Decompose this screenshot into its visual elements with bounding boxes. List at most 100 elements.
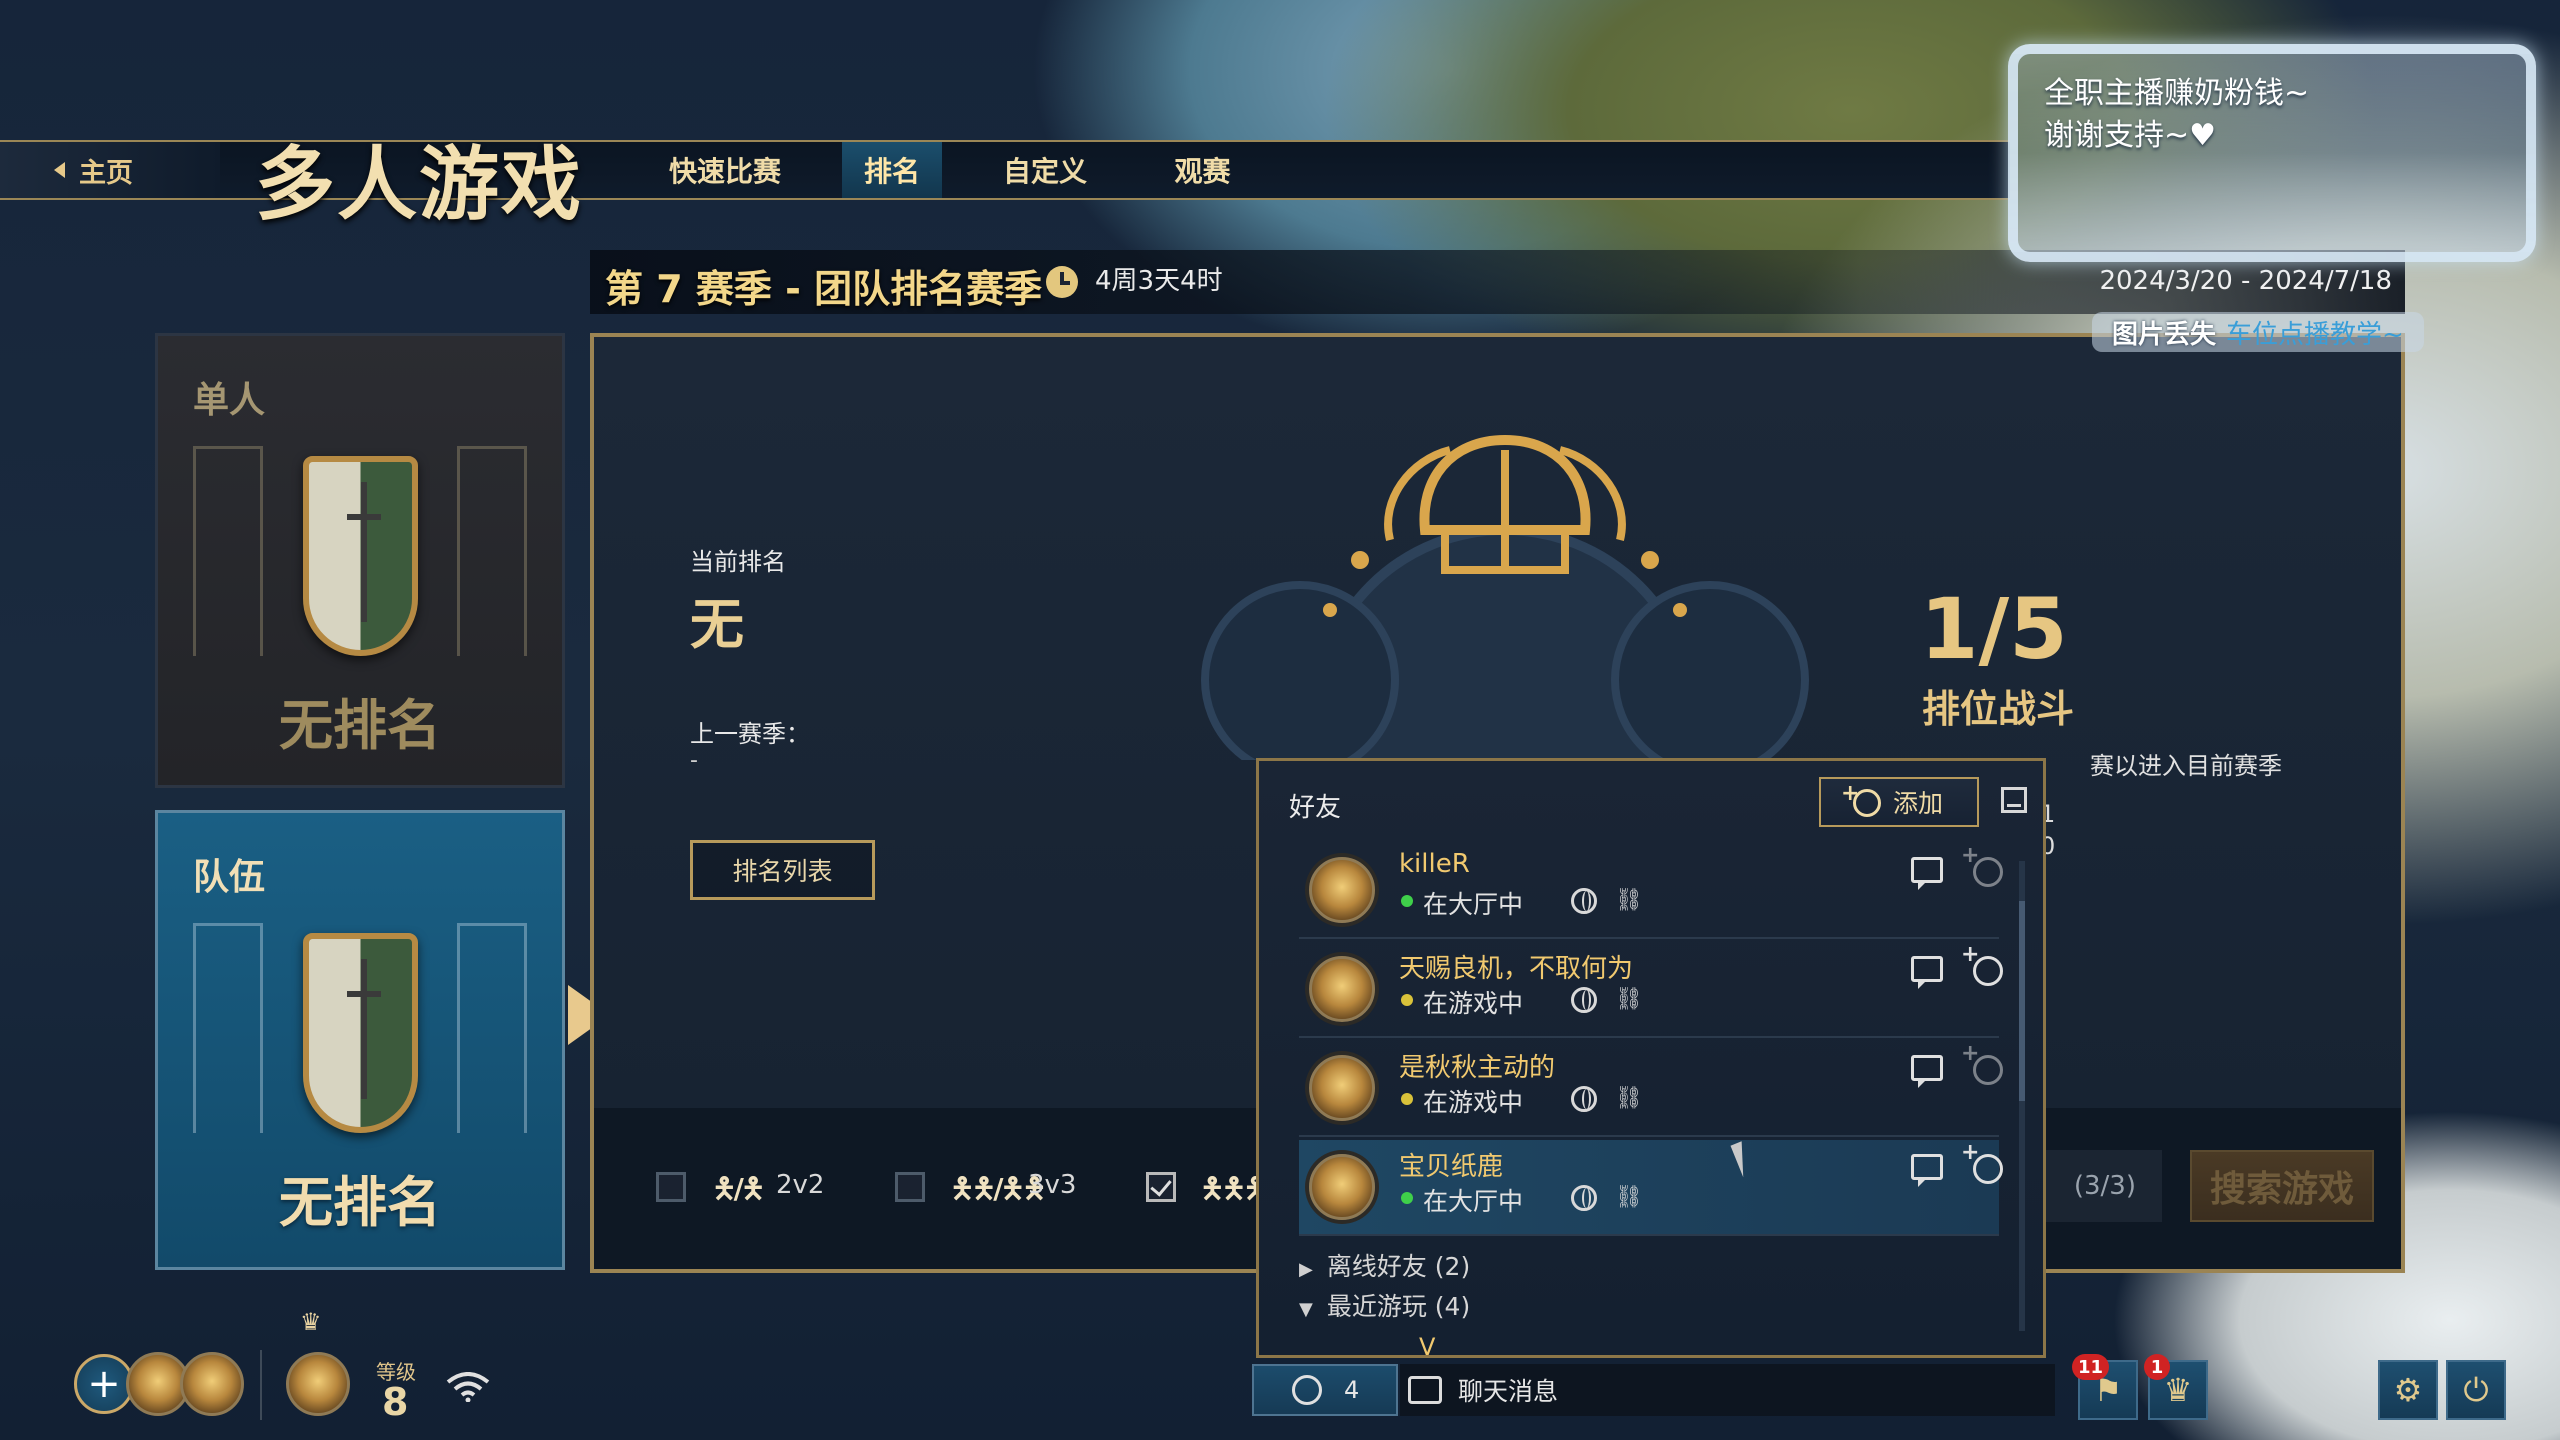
globe-icon	[1571, 1185, 1597, 1211]
rank-list-button[interactable]: 排名列表	[690, 840, 875, 900]
home-label: 主页	[79, 157, 133, 189]
banner-decoration	[457, 923, 527, 1133]
friends-title: 好友	[1289, 793, 1342, 823]
group-label: 离线好友 (2)	[1326, 1252, 1471, 1281]
checkbox-2v2[interactable]	[656, 1172, 686, 1202]
friend-row[interactable]: killeR 在大厅中 ⛓	[1299, 843, 2003, 939]
link-icon: ⛓	[1615, 888, 1643, 913]
invite-party-button[interactable]: +	[74, 1354, 134, 1414]
chevron-right-icon: ▶	[1299, 1259, 1313, 1280]
friend-row[interactable]: 宝贝纸鹿 在大厅中 ⛓	[1299, 1140, 2003, 1236]
overlay-text: 全职主播赚奶粉钱~	[2044, 76, 2310, 111]
checkbox-3v3[interactable]	[895, 1172, 925, 1202]
friends-icon	[1292, 1375, 1322, 1405]
banner-decoration	[193, 923, 263, 1133]
friend-row[interactable]: 天赐良机，不取何为 在游戏中 ⛓	[1299, 942, 2003, 1038]
chat-bar[interactable]: 聊天消息	[1400, 1364, 2055, 1416]
avatar	[1309, 1055, 1375, 1121]
invite-icon[interactable]	[1961, 942, 2003, 988]
wifi-icon	[446, 1372, 490, 1402]
team-size-label: 2v2	[776, 1170, 825, 1200]
link-icon: ⛓	[1615, 1185, 1643, 1210]
gear-icon: ⚙	[2393, 1371, 2423, 1409]
chat-icon[interactable]	[1911, 1055, 1943, 1088]
shield-icon	[303, 456, 418, 656]
divider	[260, 1350, 262, 1420]
player-avatar[interactable]	[286, 1352, 350, 1416]
friend-name: 是秋秋主动的	[1399, 1053, 1556, 1083]
mode-card-team[interactable]: 队伍 无排名	[155, 810, 565, 1270]
overlay-text: 谢谢支持~♥	[2044, 118, 2217, 153]
overlay-sub-b: 车位点播教学~	[2226, 319, 2404, 350]
chat-icon[interactable]	[1911, 1154, 1943, 1187]
tab-ranked[interactable]: 排名	[842, 142, 942, 198]
chat-icon[interactable]	[1911, 857, 1943, 890]
crown-icon: ♛	[300, 1308, 322, 1336]
page-title: 多人游戏	[255, 137, 583, 231]
friends-toggle-button[interactable]: 4	[1252, 1364, 1398, 1416]
friend-name: 天赐良机，不取何为	[1399, 954, 1634, 984]
placement-battles-label: 排位战斗	[1922, 687, 2075, 731]
clock-icon	[1046, 266, 1078, 298]
link-icon: ⛓	[1615, 987, 1643, 1012]
placement-battles-value: 1/5	[1920, 580, 2068, 678]
search-game-button[interactable]: 搜索游戏	[2190, 1150, 2374, 1222]
friend-row[interactable]: 是秋秋主动的 在游戏中 ⛓	[1299, 1041, 2003, 1137]
avatar	[1309, 956, 1375, 1022]
overlay-sub-a: 图片丢失	[2112, 319, 2217, 350]
card-label: 队伍	[193, 857, 266, 898]
card-rank: 无排名	[279, 694, 441, 757]
season-dates: 2024/3/20 - 2024/7/18	[2099, 266, 2392, 296]
invite-icon[interactable]	[1961, 1041, 2003, 1087]
notification-badge: 11	[2072, 1354, 2110, 1380]
chat-icon[interactable]	[1911, 956, 1943, 989]
friends-online-count: 4	[1344, 1376, 1360, 1404]
tab-custom[interactable]: 自定义	[985, 142, 1105, 198]
card-label: 单人	[193, 380, 266, 421]
status-dot-icon	[1401, 1093, 1413, 1105]
friend-status: 在游戏中	[1423, 1088, 1524, 1117]
overlay-subtitle: 图片丢失 车位点播教学~	[2092, 312, 2424, 352]
add-friend-button[interactable]: 添加	[1819, 777, 1979, 827]
level-value: 8	[382, 1380, 409, 1424]
power-button[interactable]: ⏻	[2446, 1360, 2506, 1420]
friend-status: 在大厅中	[1423, 890, 1524, 919]
friend-name: 宝贝纸鹿	[1399, 1152, 1504, 1182]
season-remaining: 4周3天4时	[1095, 266, 1223, 296]
globe-icon	[1571, 1086, 1597, 1112]
power-icon: ⏻	[2463, 1370, 2489, 1409]
checkbox-4v4[interactable]	[1146, 1172, 1176, 1202]
home-button[interactable]: 主页	[0, 142, 220, 198]
avatar[interactable]	[180, 1352, 244, 1416]
invite-icon[interactable]	[1961, 843, 2003, 889]
friend-group-recent[interactable]: ▼ 最近游玩 (4)	[1299, 1287, 1470, 1323]
avatar	[1309, 1154, 1375, 1220]
friend-name-partial: V	[1419, 1333, 1436, 1358]
chevron-down-icon: ▼	[1299, 1299, 1313, 1320]
current-rank-label: 当前排名	[690, 548, 786, 576]
link-icon: ⛓	[1615, 1086, 1643, 1111]
avatar	[1309, 857, 1375, 923]
mode-card-solo[interactable]: 单人 无排名	[155, 333, 565, 788]
globe-icon	[1571, 888, 1597, 914]
group-label: 最近游玩 (4)	[1326, 1292, 1471, 1321]
minimize-icon[interactable]	[2001, 787, 2027, 813]
card-rank: 无排名	[279, 1171, 441, 1234]
banner-decoration	[193, 446, 263, 656]
status-dot-icon	[1401, 994, 1413, 1006]
invite-icon[interactable]	[1961, 1140, 2003, 1186]
previous-season-label: 上一赛季：	[690, 720, 810, 748]
season-title: 第 7 赛季 - 团队排名赛季	[605, 267, 1043, 311]
globe-icon	[1571, 987, 1597, 1013]
friend-group-offline[interactable]: ▶ 离线好友 (2)	[1299, 1247, 1470, 1283]
tab-quick-match[interactable]: 快速比赛	[640, 142, 810, 198]
friends-scrollbar-thumb[interactable]	[2019, 901, 2025, 1101]
add-friend-label: 添加	[1893, 789, 1944, 818]
team-size-label: 3v3	[1028, 1170, 1077, 1200]
banner-decoration	[457, 446, 527, 656]
placement-desc: 赛以进入目前赛季	[2090, 752, 2282, 780]
settings-button[interactable]: ⚙	[2378, 1360, 2438, 1420]
previous-season-value: -	[690, 748, 698, 773]
tab-spectate[interactable]: 观赛	[1150, 142, 1255, 198]
friend-name: killeR	[1399, 849, 1470, 879]
